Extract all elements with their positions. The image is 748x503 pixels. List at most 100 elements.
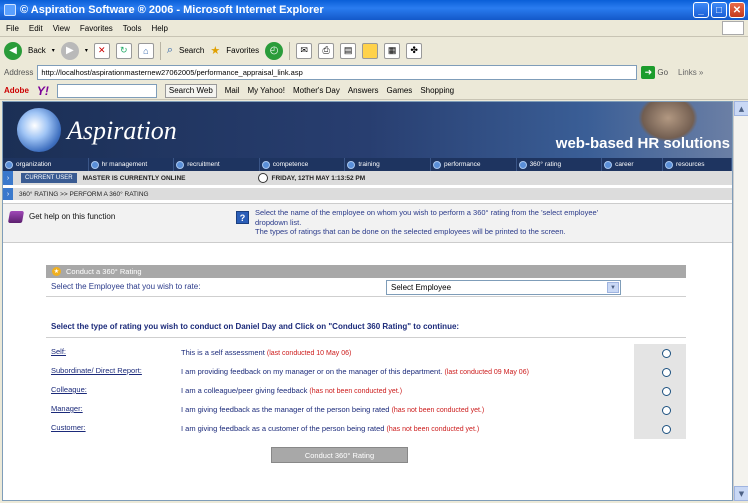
- yahoo-toolbar: Adobe Y! Search Web Mail My Yahoo! Mothe…: [0, 82, 748, 100]
- help-link[interactable]: Get help on this function: [29, 212, 115, 221]
- toolbar: ◀ Back ▾ ▶ ▾ ✕ ↻ ⌂ ⌕ Search ★ Favorites …: [0, 38, 748, 63]
- rating-type-name[interactable]: Customer:: [51, 423, 86, 432]
- rating-radio-customer[interactable]: [662, 425, 671, 434]
- rating-radio-colleague[interactable]: [662, 387, 671, 396]
- forward-arrow-icon[interactable]: ▶: [60, 41, 79, 60]
- rating-radio-self[interactable]: [662, 349, 671, 358]
- address-bar: Address http://localhost/aspirationmaste…: [0, 64, 748, 81]
- help-book-icon: [7, 211, 25, 223]
- window-titlebar: © Aspiration Software ® 2006 - Microsoft…: [0, 0, 748, 20]
- yahoo-logo[interactable]: Y!: [37, 84, 49, 98]
- rating-type-list: Self: This is a self assessment (last co…: [46, 344, 686, 439]
- rating-radio-manager[interactable]: [662, 406, 671, 415]
- nav-recruitment[interactable]: recruitment: [174, 158, 260, 171]
- rating-row-manager: Manager: I am giving feedback as the man…: [46, 401, 686, 420]
- close-button[interactable]: ✕: [729, 2, 745, 18]
- nav-training[interactable]: training: [345, 158, 431, 171]
- refresh-icon[interactable]: ↻: [115, 42, 132, 59]
- folder-icon[interactable]: [362, 42, 379, 59]
- favorites-star-icon[interactable]: ★: [210, 44, 220, 57]
- stop-icon[interactable]: ✕: [93, 42, 110, 59]
- chevron-down-icon[interactable]: ▼: [607, 282, 619, 293]
- nav-organization[interactable]: organization: [3, 158, 89, 171]
- nav-bullet-icon: [347, 160, 356, 169]
- menu-help[interactable]: Help: [151, 24, 167, 33]
- mothers-day-link[interactable]: Mother's Day: [293, 86, 340, 95]
- menu-favorites[interactable]: Favorites: [80, 24, 113, 33]
- edit-icon[interactable]: ▤: [340, 42, 357, 59]
- scroll-up-icon[interactable]: ▲: [734, 101, 748, 116]
- employee-select-row: Select the Employee that you wish to rat…: [46, 278, 686, 296]
- yahoo-mail-link[interactable]: Mail: [225, 86, 240, 95]
- home-icon[interactable]: ⌂: [137, 42, 154, 59]
- brand-name: Aspiration: [67, 116, 177, 145]
- maximize-button[interactable]: □: [711, 2, 727, 18]
- print-icon[interactable]: ⎙: [318, 42, 335, 59]
- rating-type-name[interactable]: Self:: [51, 347, 66, 356]
- go-button[interactable]: ➜ Go: [641, 66, 668, 79]
- shopping-link[interactable]: Shopping: [420, 86, 454, 95]
- nav-360-rating[interactable]: 360° rating: [517, 158, 603, 171]
- forward-dropdown-icon[interactable]: ▾: [85, 47, 88, 54]
- search-web-button[interactable]: Search Web: [164, 83, 217, 98]
- window-title: © Aspiration Software ® 2006 - Microsoft…: [20, 4, 324, 16]
- search-label[interactable]: Search: [179, 46, 204, 55]
- user-status-strip: › CURRENT USER MASTER IS CURRENTLY ONLIN…: [3, 171, 732, 185]
- current-datetime: FRIDAY, 12TH MAY 1:13:52 PM: [271, 174, 366, 182]
- nav-bullet-icon: [176, 160, 185, 169]
- rating-radio-subordinate[interactable]: [662, 368, 671, 377]
- mail-icon[interactable]: ✉: [296, 42, 313, 59]
- nav-career[interactable]: career: [602, 158, 663, 171]
- conduct-rating-button[interactable]: Conduct 360° Rating: [271, 447, 408, 463]
- search-icon[interactable]: ⌕: [167, 44, 173, 57]
- menu-tools[interactable]: Tools: [123, 24, 142, 33]
- nav-bullet-icon: [604, 160, 613, 169]
- links-label[interactable]: Links »: [678, 68, 703, 77]
- favorites-label[interactable]: Favorites: [226, 46, 259, 55]
- ie-icon: [4, 4, 16, 16]
- my-yahoo-link[interactable]: My Yahoo!: [247, 86, 285, 95]
- messenger-icon[interactable]: ✤: [406, 42, 423, 59]
- nav-hr-management[interactable]: hr management: [89, 158, 175, 171]
- scroll-down-icon[interactable]: ▼: [734, 486, 748, 501]
- rating-row-customer: Customer: I am giving feedback as a cust…: [46, 420, 686, 439]
- menu-edit[interactable]: Edit: [29, 24, 43, 33]
- question-mark-icon: ?: [236, 211, 249, 224]
- rating-row-subordinate: Subordinate/ Direct Report: I am providi…: [46, 363, 686, 382]
- vertical-scrollbar[interactable]: ▲ ▼: [733, 101, 748, 501]
- help-strip: Get help on this function ? Select the n…: [3, 203, 732, 243]
- rating-type-name[interactable]: Subordinate/ Direct Report:: [51, 366, 142, 375]
- yahoo-search-input[interactable]: [56, 83, 157, 98]
- history-icon[interactable]: ◴: [265, 41, 284, 60]
- nav-performance[interactable]: performance: [431, 158, 517, 171]
- nav-bullet-icon: [5, 160, 13, 169]
- back-label[interactable]: Back: [28, 46, 46, 55]
- menu-view[interactable]: View: [53, 24, 70, 33]
- menu-file[interactable]: File: [6, 24, 19, 33]
- rating-type-desc: I am a colleague/peer giving feedback (h…: [181, 386, 403, 395]
- rating-type-name[interactable]: Manager:: [51, 404, 83, 413]
- back-dropdown-icon[interactable]: ▾: [52, 47, 55, 54]
- nav-bullet-icon: [261, 160, 270, 169]
- panel-heading: ★ Conduct a 360° Rating: [46, 265, 686, 278]
- toolbar-separator: [289, 41, 291, 60]
- minimize-button[interactable]: _: [693, 2, 709, 18]
- rating-type-name[interactable]: Colleague:: [51, 385, 87, 394]
- research-icon[interactable]: ▦: [384, 42, 401, 59]
- rating-instruction: Select the type of rating you wish to co…: [51, 322, 460, 331]
- answers-link[interactable]: Answers: [348, 86, 379, 95]
- divider: [46, 296, 686, 297]
- nav-bullet-icon: [518, 160, 527, 169]
- current-user-badge: CURRENT USER: [21, 173, 77, 183]
- go-arrow-icon: ➜: [641, 66, 656, 79]
- employee-select-label: Select the Employee that you wish to rat…: [51, 282, 201, 291]
- rating-type-desc: I am giving feedback as a customer of th…: [181, 424, 480, 433]
- nav-resources[interactable]: resources: [663, 158, 732, 171]
- games-link[interactable]: Games: [387, 86, 413, 95]
- nav-competence[interactable]: competence: [260, 158, 346, 171]
- adobe-menu[interactable]: Adobe: [4, 86, 29, 95]
- back-arrow-icon[interactable]: ◀: [4, 41, 22, 60]
- employee-select[interactable]: Select Employee ▼: [386, 280, 621, 295]
- aspiration-logo: [17, 108, 61, 152]
- address-input[interactable]: http://localhost/aspirationmasternew2706…: [37, 65, 638, 80]
